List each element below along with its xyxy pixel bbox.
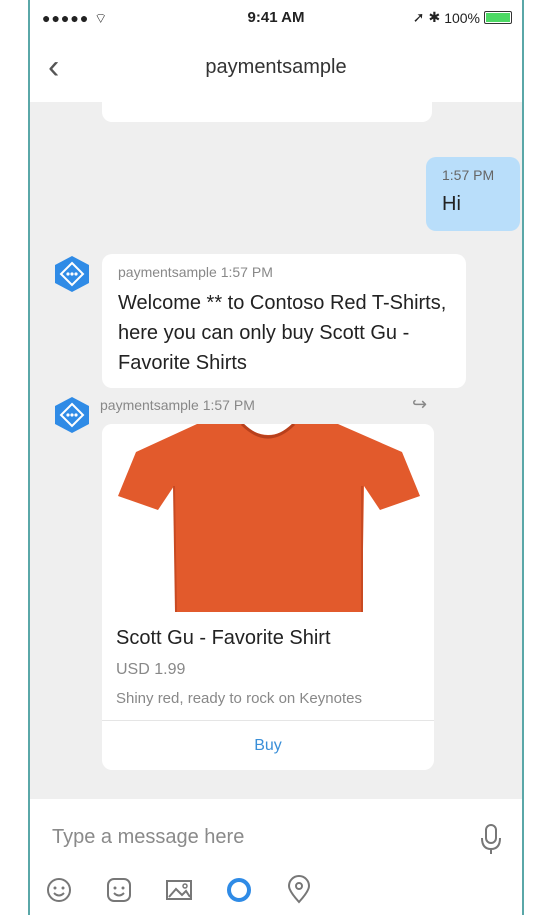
status-bar: ●●●●● ⌔ 9:41 AM ➚ ✱ 100% xyxy=(30,0,522,36)
buy-button[interactable]: Buy xyxy=(102,721,434,770)
bot-avatar-icon xyxy=(52,395,92,435)
microphone-icon[interactable] xyxy=(478,821,504,857)
cortana-icon[interactable] xyxy=(224,875,254,905)
emoji-icon[interactable] xyxy=(44,875,74,905)
product-description: Shiny red, ready to rock on Keynotes xyxy=(116,690,362,707)
message-text: Hi xyxy=(442,193,461,215)
conversation[interactable]: 1:57 PM Hi paymentsample 1:57 PM Welcome… xyxy=(30,102,522,799)
message-meta: paymentsample 1:57 PM xyxy=(100,397,255,413)
status-right: ➚ ✱ 100% xyxy=(413,9,512,26)
location-icon[interactable] xyxy=(284,875,314,905)
bot-message-bubble: paymentsample 1:57 PM Welcome ** to Cont… xyxy=(102,254,466,388)
image-icon[interactable] xyxy=(164,875,194,905)
battery-icon xyxy=(484,11,512,24)
bluetooth-icon: ✱ xyxy=(428,9,441,25)
previous-message xyxy=(102,102,432,122)
phone-frame: ●●●●● ⌔ 9:41 AM ➚ ✱ 100% ‹ paymentsample… xyxy=(28,0,524,915)
product-card: Scott Gu - Favorite Shirt USD 1.99 Shiny… xyxy=(102,424,434,770)
battery-percent: 100% xyxy=(444,9,480,26)
product-price: USD 1.99 xyxy=(116,661,186,678)
share-icon[interactable]: ↪ xyxy=(412,394,427,415)
message-text: Welcome ** to Contoso Red T-Shirts, here… xyxy=(118,292,447,374)
product-name: Scott Gu - Favorite Shirt xyxy=(116,627,331,649)
location-arrow-icon: ➚ xyxy=(412,9,425,25)
message-timestamp: 1:57 PM xyxy=(442,167,495,183)
product-image xyxy=(102,424,434,613)
message-composer xyxy=(30,799,522,915)
user-message-bubble: 1:57 PM Hi xyxy=(426,157,520,231)
sticker-icon[interactable] xyxy=(104,875,134,905)
composer-toolbar xyxy=(44,875,314,905)
message-meta: paymentsample 1:57 PM xyxy=(118,264,273,280)
chat-header: ‹ paymentsample xyxy=(30,36,522,103)
page-title: paymentsample xyxy=(205,56,347,78)
bot-avatar-icon xyxy=(52,254,92,294)
message-input[interactable] xyxy=(50,821,454,853)
